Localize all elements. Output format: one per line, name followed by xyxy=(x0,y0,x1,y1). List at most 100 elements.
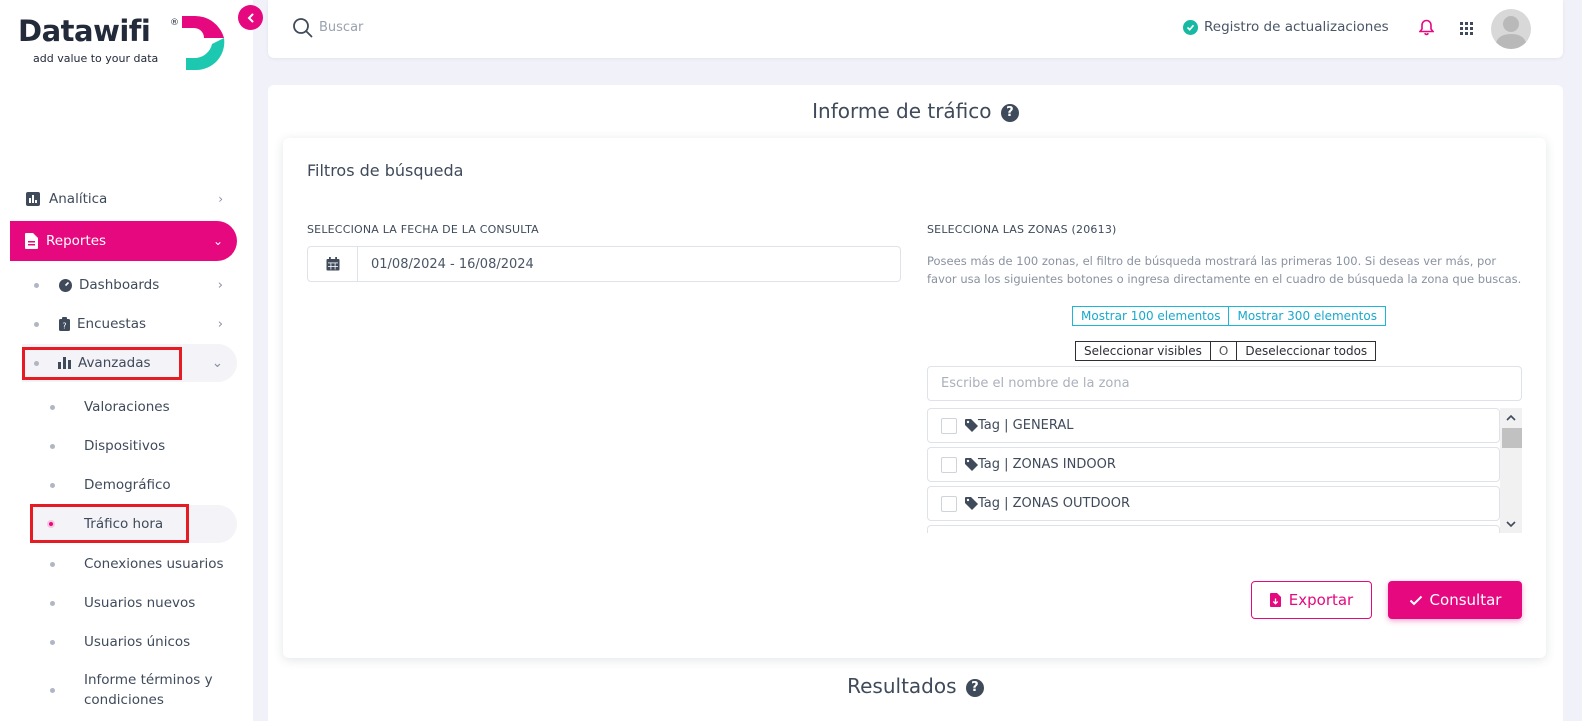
zones-note: Posees más de 100 zonas, el filtro de bú… xyxy=(927,254,1522,286)
page-title-row: Informe de tráfico ? xyxy=(268,99,1563,123)
user-icon xyxy=(1495,16,1527,49)
file-download-icon xyxy=(1269,593,1281,607)
sidebar-item-terminos-condiciones[interactable]: Informe términos y condiciones xyxy=(50,670,219,710)
date-label: SELECCIONA LA FECHA DE LA CONSULTA xyxy=(307,223,539,236)
show-100-button[interactable]: Mostrar 100 elementos xyxy=(1072,306,1230,326)
bullet-dot xyxy=(34,321,39,327)
chevron-down-icon: ⌄ xyxy=(211,355,223,371)
apps-grid-icon[interactable] xyxy=(1460,22,1473,35)
document-icon xyxy=(25,233,38,249)
sidebar-item-label: Usuarios nuevos xyxy=(84,595,196,611)
dashboard-icon xyxy=(59,278,72,292)
search-input[interactable] xyxy=(319,20,519,35)
zone-search-input[interactable] xyxy=(927,366,1522,401)
sidebar-item-label: Valoraciones xyxy=(84,399,170,415)
page-title: Informe de tráfico xyxy=(812,99,992,123)
svg-text:?: ? xyxy=(62,322,66,331)
results-title-row: Resultados ? xyxy=(268,674,1563,698)
avatar[interactable] xyxy=(1491,9,1531,49)
chevron-down-icon: ⌄ xyxy=(212,234,223,248)
select-visible-button[interactable]: Seleccionar visibles xyxy=(1075,341,1211,361)
sidebar-item-label: Encuestas xyxy=(77,316,147,332)
help-icon[interactable]: ? xyxy=(1000,103,1019,122)
search-filters-card: Filtros de búsqueda SELECCIONA LA FECHA … xyxy=(283,138,1546,658)
consult-label: Consultar xyxy=(1429,591,1502,609)
scroll-down-icon[interactable] xyxy=(1500,515,1522,533)
export-label: Exportar xyxy=(1288,591,1354,609)
date-range-value: 01/08/2024 - 16/08/2024 xyxy=(371,256,534,272)
zone-item[interactable]: Tag | GENERAL xyxy=(927,408,1500,443)
sidebar-item-demografico[interactable]: Demográfico xyxy=(50,474,171,496)
results-title: Resultados xyxy=(847,674,957,698)
bullet-dot xyxy=(50,639,55,645)
sidebar-item-valoraciones[interactable]: Valoraciones xyxy=(50,396,170,418)
bullet-dot xyxy=(50,482,55,488)
collapse-sidebar-button[interactable] xyxy=(238,5,263,30)
brand-tagline: add value to your data xyxy=(33,52,159,65)
bullet-dot xyxy=(50,443,55,449)
sidebar-item-label: Analítica xyxy=(49,191,108,207)
bullet-dot xyxy=(50,600,55,606)
sidebar-item-label: Dispositivos xyxy=(84,438,166,454)
sidebar-item-label: Usuarios únicos xyxy=(84,634,191,650)
sidebar-item-label: Dashboards xyxy=(79,277,160,293)
zone-checkbox[interactable] xyxy=(941,495,957,512)
zone-list-scrollbar[interactable] xyxy=(1500,408,1522,533)
sidebar-item-usuarios-nuevos[interactable]: Usuarios nuevos xyxy=(50,592,195,614)
sidebar-item-label: Conexiones usuarios xyxy=(84,556,224,572)
check-icon xyxy=(1409,595,1422,605)
chevron-right-icon: › xyxy=(217,316,223,332)
zone-item[interactable]: Tag | ZONAS INDOOR xyxy=(927,447,1500,482)
filters-title: Filtros de búsqueda xyxy=(307,161,464,180)
scrollbar-thumb[interactable] xyxy=(1502,428,1522,448)
zone-list: Tag | GENERAL Tag | ZONAS INDOOR Tag | Z… xyxy=(927,408,1522,533)
sidebar-item-dispositivos[interactable]: Dispositivos xyxy=(50,435,165,457)
chart-icon xyxy=(26,192,40,206)
bell-icon[interactable] xyxy=(1419,19,1434,36)
highlight-box-avanzadas xyxy=(22,347,182,380)
bullet-dot xyxy=(50,561,55,567)
consult-button[interactable]: Consultar xyxy=(1388,581,1522,619)
or-separator: O xyxy=(1210,341,1238,361)
selection-group: Seleccionar visibles O Deseleccionar tod… xyxy=(1075,341,1377,361)
show-elements-group: Mostrar 100 elementos Mostrar 300 elemen… xyxy=(1072,306,1386,326)
main-panel: Informe de tráfico ? Filtros de búsqueda… xyxy=(268,85,1563,721)
search-box[interactable] xyxy=(292,17,519,38)
scroll-up-icon[interactable] xyxy=(1500,408,1522,426)
zone-item[interactable]: Tag | ZONAS OUTDOOR xyxy=(927,486,1500,521)
deselect-all-button[interactable]: Deseleccionar todos xyxy=(1237,341,1377,361)
calendar-icon xyxy=(308,247,358,281)
sidebar-item-dashboards[interactable]: Dashboards › xyxy=(34,274,223,296)
sidebar-item-analitica[interactable]: Analítica › xyxy=(26,188,223,210)
date-range-picker[interactable]: 01/08/2024 - 16/08/2024 xyxy=(307,246,901,282)
sidebar-item-label: Demográfico xyxy=(84,477,171,493)
chevron-left-icon xyxy=(247,13,253,22)
zone-label: Tag | ZONAS INDOOR xyxy=(978,457,1116,472)
sidebar-item-usuarios-unicos[interactable]: Usuarios únicos xyxy=(50,631,190,653)
brand-logo[interactable]: Datawifi ® add value to your data xyxy=(18,14,233,74)
zone-item-partial[interactable] xyxy=(927,525,1500,533)
bullet-dot xyxy=(50,404,55,410)
sidebar-item-encuestas[interactable]: ? Encuestas › xyxy=(34,313,223,335)
zone-checkbox[interactable] xyxy=(941,456,957,473)
sidebar-item-label: Informe términos y condiciones xyxy=(84,672,213,708)
search-icon xyxy=(293,18,313,38)
help-icon[interactable]: ? xyxy=(965,678,984,697)
top-bar: Registro de actualizaciones xyxy=(268,0,1563,58)
sidebar-item-reportes[interactable]: Reportes ⌄ xyxy=(10,221,237,261)
check-circle-icon xyxy=(1183,19,1198,35)
show-300-button[interactable]: Mostrar 300 elementos xyxy=(1229,306,1386,326)
zone-label: Tag | GENERAL xyxy=(978,418,1074,433)
clipboard-icon: ? xyxy=(59,317,70,331)
bullet-dot xyxy=(50,687,55,693)
logo-mark-icon xyxy=(182,15,225,71)
chevron-right-icon: › xyxy=(217,277,223,293)
brand-name: Datawifi xyxy=(18,14,151,48)
bullet-dot xyxy=(34,282,39,288)
updates-log-link[interactable]: Registro de actualizaciones xyxy=(1183,19,1389,35)
zone-label: Tag | ZONAS OUTDOOR xyxy=(978,496,1130,511)
sidebar-item-conexiones-usuarios[interactable]: Conexiones usuarios xyxy=(50,553,224,575)
zone-checkbox[interactable] xyxy=(941,417,957,434)
export-button[interactable]: Exportar xyxy=(1251,581,1372,619)
chevron-right-icon: › xyxy=(218,192,223,206)
